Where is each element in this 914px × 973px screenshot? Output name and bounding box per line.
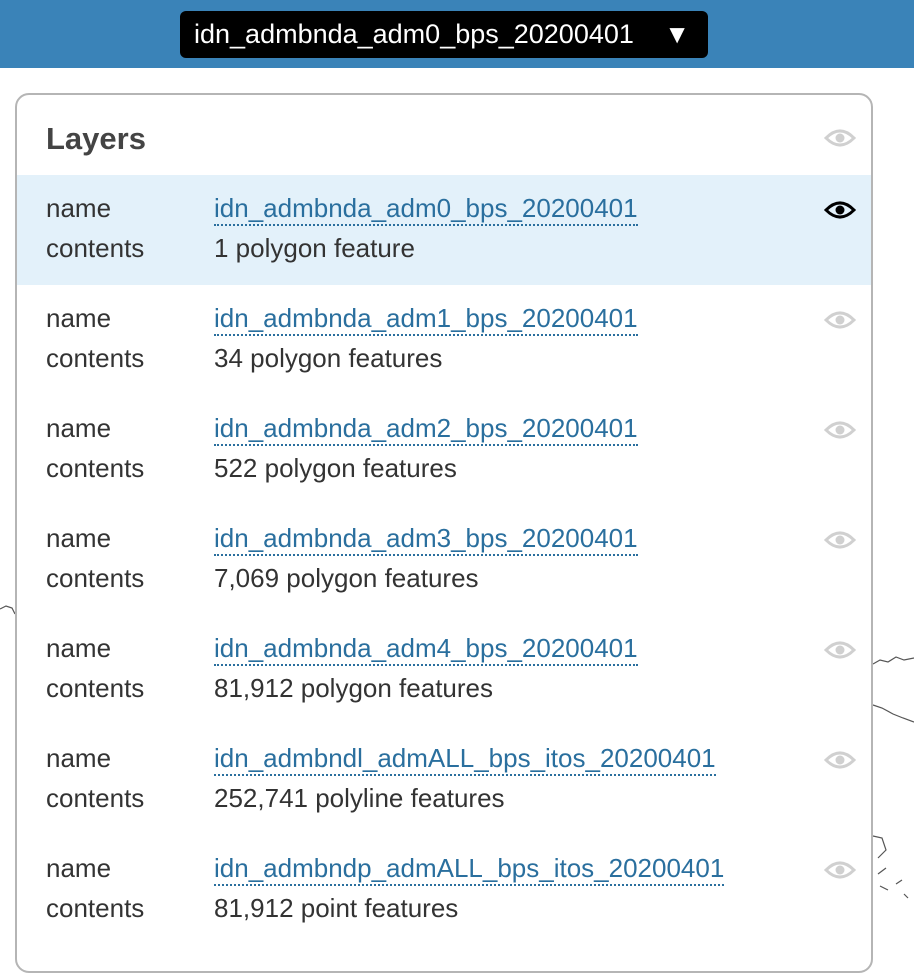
contents-label: contents	[46, 783, 145, 813]
layer-row[interactable]: name idn_admbnda_adm3_bps_20200401content…	[17, 505, 871, 615]
contents-label: contents	[46, 233, 145, 263]
layer-contents: 81,912 polygon features	[214, 673, 493, 703]
contents-label: contents	[46, 343, 145, 373]
eye-icon[interactable]	[824, 419, 856, 441]
map-coastline-right	[872, 656, 914, 723]
name-label: name	[46, 193, 112, 223]
layer-name-cell: idn_admbnda_adm3_bps_20200401	[214, 523, 638, 556]
eye-icon[interactable]	[824, 639, 856, 661]
layer-name-link[interactable]: idn_admbnda_adm3_bps_20200401	[214, 523, 638, 556]
name-label: name	[46, 523, 112, 553]
eye-icon[interactable]	[824, 749, 856, 771]
layer-row[interactable]: name idn_admbndl_admALL_bps_itos_20200401…	[17, 725, 871, 835]
layer-list: name idn_admbnda_adm0_bps_20200401content…	[17, 175, 871, 945]
layer-name-link[interactable]: idn_admbnda_adm1_bps_20200401	[214, 303, 638, 336]
layer-name-cell: idn_admbnda_adm4_bps_20200401	[214, 633, 638, 666]
map-island-right	[872, 835, 909, 899]
layers-panel: Layers name idn_admbnda_adm0_bps_20200401…	[15, 93, 873, 973]
layers-panel-header: Layers	[17, 95, 871, 175]
contents-label: contents	[46, 453, 145, 483]
layer-name-cell: idn_admbnda_adm0_bps_20200401	[214, 193, 638, 226]
layer-contents: 1 polygon feature	[214, 233, 415, 263]
layer-row[interactable]: name idn_admbnda_adm4_bps_20200401content…	[17, 615, 871, 725]
eye-icon[interactable]	[824, 859, 856, 881]
eye-icon[interactable]	[824, 127, 856, 149]
name-label: name	[46, 413, 112, 443]
layer-name-link[interactable]: idn_admbnda_adm4_bps_20200401	[214, 633, 638, 666]
layer-row[interactable]: name idn_admbnda_adm2_bps_20200401content…	[17, 395, 871, 505]
layer-row[interactable]: name idn_admbndp_admALL_bps_itos_20200401…	[17, 835, 871, 945]
layer-contents: 252,741 polyline features	[214, 783, 505, 813]
contents-label: contents	[46, 893, 145, 923]
map-coastline-left	[0, 605, 16, 615]
layer-name-link[interactable]: idn_admbnda_adm0_bps_20200401	[214, 193, 638, 226]
contents-label: contents	[46, 563, 145, 593]
name-label: name	[46, 633, 112, 663]
eye-icon[interactable]	[824, 309, 856, 331]
layer-contents: 34 polygon features	[214, 343, 443, 373]
name-label: name	[46, 743, 112, 773]
top-bar: idn_admbnda_adm0_bps_20200401 ▼	[0, 0, 914, 68]
panel-title: Layers	[46, 121, 146, 156]
layer-name-cell: idn_admbnda_adm1_bps_20200401	[214, 303, 638, 336]
layer-name-cell: idn_admbnda_adm2_bps_20200401	[214, 413, 638, 446]
dataset-select-label: idn_admbnda_adm0_bps_20200401	[194, 19, 634, 49]
dataset-select[interactable]: idn_admbnda_adm0_bps_20200401 ▼	[180, 11, 708, 58]
layer-contents: 522 polygon features	[214, 453, 457, 483]
layer-name-cell: idn_admbndl_admALL_bps_itos_20200401	[214, 743, 716, 776]
layer-contents: 7,069 polygon features	[214, 563, 479, 593]
triangle-down-icon: ▼	[664, 19, 690, 49]
contents-label: contents	[46, 673, 145, 703]
eye-icon[interactable]	[824, 529, 856, 551]
layer-name-link[interactable]: idn_admbndp_admALL_bps_itos_20200401	[214, 853, 725, 886]
name-label: name	[46, 303, 112, 333]
layer-name-cell: idn_admbndp_admALL_bps_itos_20200401	[214, 853, 725, 886]
name-label: name	[46, 853, 112, 883]
layer-row[interactable]: name idn_admbnda_adm0_bps_20200401content…	[17, 175, 871, 285]
eye-icon[interactable]	[824, 199, 856, 221]
layer-name-link[interactable]: idn_admbndl_admALL_bps_itos_20200401	[214, 743, 716, 776]
layer-contents: 81,912 point features	[214, 893, 459, 923]
layer-row[interactable]: name idn_admbnda_adm1_bps_20200401content…	[17, 285, 871, 395]
layer-name-link[interactable]: idn_admbnda_adm2_bps_20200401	[214, 413, 638, 446]
